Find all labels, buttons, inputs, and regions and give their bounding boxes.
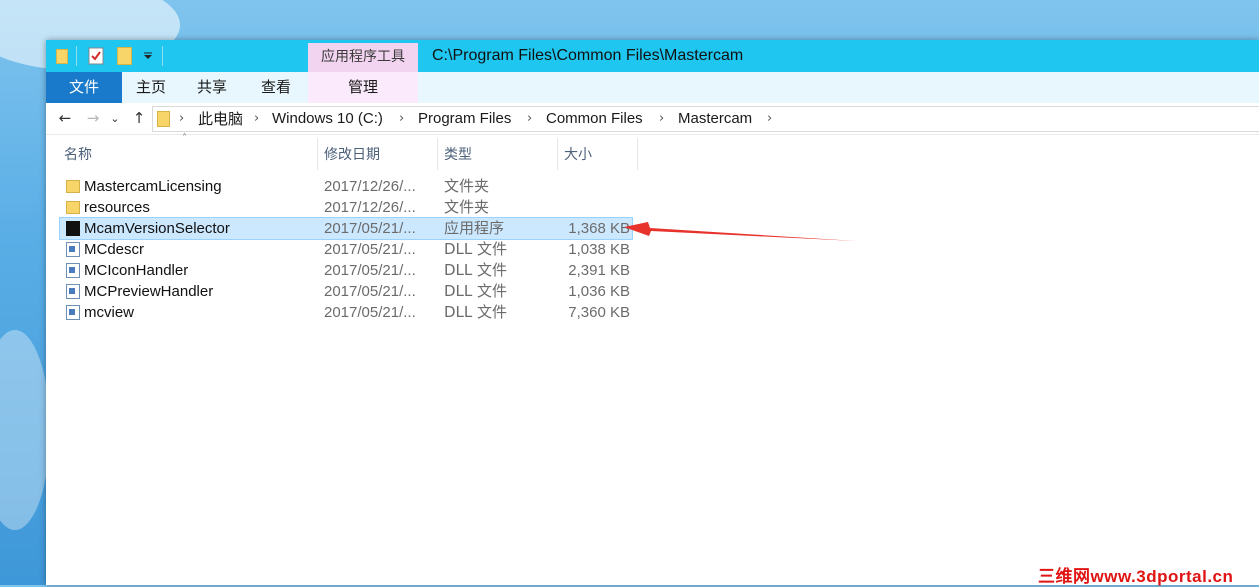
- watermark: 三维网www.3dportal.cn: [1038, 567, 1234, 586]
- annotation-arrow: [624, 222, 856, 241]
